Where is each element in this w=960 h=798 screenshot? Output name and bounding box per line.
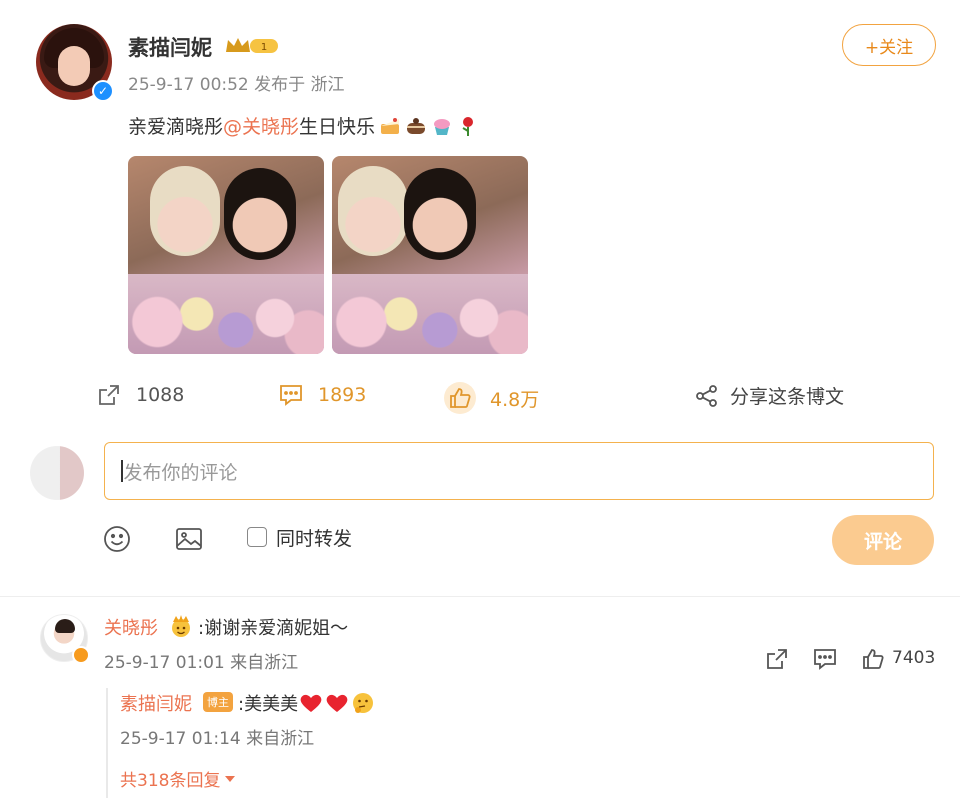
share-label: 分享这条博文 <box>730 386 845 408</box>
comment-count: 1893 <box>318 384 367 406</box>
comment-button[interactable]: 1893 <box>278 382 366 408</box>
image-upload-icon[interactable] <box>174 524 204 554</box>
like-button[interactable]: 4.8万 <box>444 382 539 414</box>
flowers <box>128 274 324 354</box>
person-right <box>224 168 296 260</box>
rose-icon <box>462 116 474 136</box>
section-divider <box>0 596 960 597</box>
mention-link[interactable]: @关晓彤 <box>223 112 299 139</box>
post-image-2[interactable] <box>332 156 528 354</box>
post-image-1[interactable] <box>128 156 324 354</box>
commenter-badge-icon <box>72 646 90 664</box>
comment-meta: 25-9-17 01:01 来自浙江 <box>104 653 299 673</box>
current-user-avatar <box>30 446 84 500</box>
repost-icon <box>99 385 119 405</box>
like-count: 4.8万 <box>490 388 540 411</box>
badge-level: 1 <box>261 42 267 53</box>
crown-badge-icon[interactable]: 1 <box>224 36 280 56</box>
post-meta: 25-9-17 00:52 发布于 浙江 <box>128 75 345 95</box>
thinking-face-icon <box>353 693 374 713</box>
comment-icon <box>280 385 302 406</box>
cupcake-icon <box>434 118 451 135</box>
chevron-down-icon <box>225 775 236 782</box>
comment-like-icon[interactable] <box>860 646 886 672</box>
person-left <box>338 166 408 256</box>
repost-count: 1088 <box>136 384 185 406</box>
like-icon-wrap <box>444 382 476 414</box>
heart-icon <box>300 694 322 712</box>
comment-text: :谢谢亲爱滴妮姐～ <box>198 618 349 639</box>
post-text-prefix: 亲爱滴晓彤 <box>128 116 224 138</box>
comment-placeholder: 发布你的评论 <box>123 461 238 484</box>
reply-thread-line <box>106 688 108 798</box>
follow-button[interactable]: +关注 <box>842 24 936 66</box>
heart-icon <box>326 694 348 712</box>
person-right <box>404 168 476 260</box>
comment-repost-icon[interactable] <box>764 646 790 672</box>
comment-reply-icon[interactable] <box>812 646 838 672</box>
view-more-replies-link[interactable]: 共318条回复 <box>120 766 236 791</box>
commenter-name[interactable]: 关晓彤 <box>104 614 158 640</box>
share-post-button[interactable]: 分享这条博文 <box>694 382 844 409</box>
reply-author-name[interactable]: 素描闫妮 <box>120 690 192 716</box>
reply-text: :美美美 <box>238 690 376 716</box>
post-text: 亲爱滴晓彤 @关晓彤 生日快乐 <box>128 112 479 139</box>
verified-icon: ✓ <box>92 80 114 102</box>
reply-text-content: :美美美 <box>238 694 299 715</box>
repost-checkbox-label: 同时转发 <box>276 528 353 550</box>
more-replies-label: 共318条回复 <box>120 771 221 791</box>
chocolate-cake-icon <box>407 117 426 134</box>
share-icon <box>696 384 717 407</box>
repost-button[interactable]: 1088 <box>96 382 184 408</box>
cake-icon <box>381 117 400 134</box>
avatar-hair <box>55 619 75 633</box>
author-name[interactable]: 素描闫妮 <box>128 32 212 62</box>
comment-input[interactable]: 发布你的评论 <box>104 442 934 500</box>
reply-meta: 25-9-17 01:14 来自浙江 <box>120 729 315 749</box>
crown-emoji-icon <box>172 615 190 637</box>
post-text-suffix: 生日快乐 <box>299 116 376 138</box>
thumbs-up-icon <box>450 388 471 408</box>
repost-checkbox[interactable] <box>247 527 267 547</box>
author-tag: 博主 <box>203 692 233 712</box>
avatar-face <box>58 46 90 86</box>
comment-like-count: 7403 <box>892 648 936 668</box>
flowers <box>332 274 528 354</box>
person-left <box>150 166 220 256</box>
text-cursor <box>121 460 123 482</box>
emoji-picker-icon[interactable] <box>102 524 132 554</box>
submit-comment-button[interactable]: 评论 <box>832 515 934 565</box>
